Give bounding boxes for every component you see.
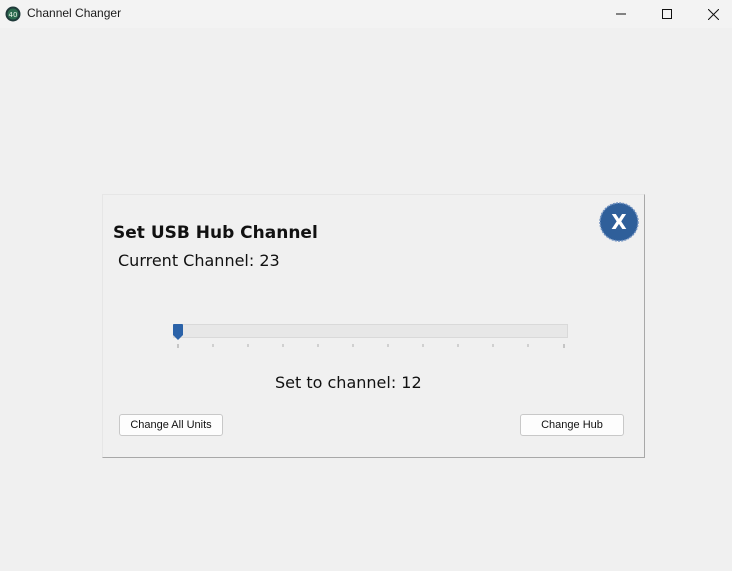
dialog-title: Set USB Hub Channel xyxy=(113,223,318,243)
channel-slider-track[interactable] xyxy=(173,324,568,338)
svg-text:40: 40 xyxy=(9,11,18,19)
current-channel-label: Current Channel: 23 xyxy=(118,251,280,270)
minimize-icon xyxy=(616,13,626,15)
close-window-button[interactable] xyxy=(690,0,732,28)
change-all-units-button[interactable]: Change All Units xyxy=(119,414,223,436)
set-channel-dialog: Set USB Hub Channel Current Channel: 23 … xyxy=(102,194,645,458)
minimize-button[interactable] xyxy=(598,0,644,28)
slider-ticks xyxy=(177,344,565,348)
close-icon xyxy=(707,8,719,20)
channel-slider-thumb[interactable] xyxy=(173,324,183,340)
dialog-close-button[interactable]: X xyxy=(599,202,639,242)
change-hub-button[interactable]: Change Hub xyxy=(520,414,624,436)
set-channel-label: Set to channel: 12 xyxy=(275,373,422,392)
maximize-button[interactable] xyxy=(644,0,690,28)
close-circle-icon: X xyxy=(599,202,639,242)
window-title: Channel Changer xyxy=(27,6,122,20)
maximize-icon xyxy=(662,9,672,19)
title-bar: 40 Channel Changer xyxy=(0,0,732,28)
app-logo-icon: 40 xyxy=(5,6,21,22)
close-circle-label: X xyxy=(611,210,627,234)
